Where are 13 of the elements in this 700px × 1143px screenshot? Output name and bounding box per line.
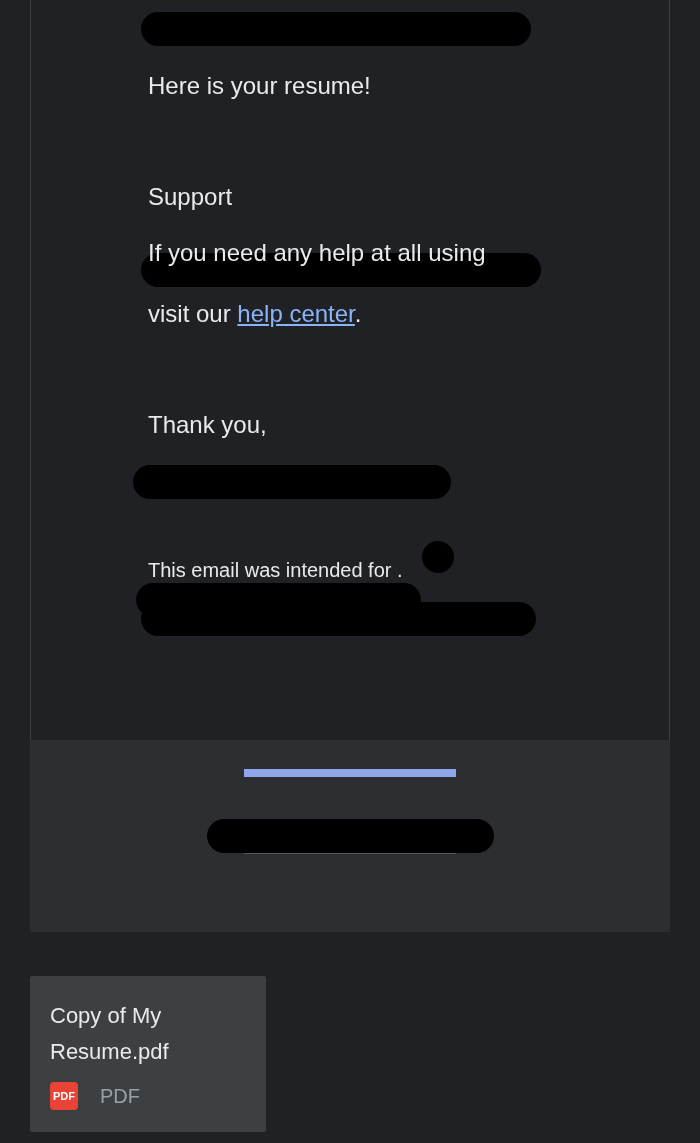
greeting-text: Here is your resume! <box>148 71 371 101</box>
file-type-label: PDF <box>100 1084 140 1108</box>
attachment-name: Copy of My <box>50 1002 163 1030</box>
help-sentence: visit our help center. <box>148 299 362 329</box>
attachment-card[interactable]: Copy of My Resume.pdf PDF PDF <box>30 976 266 1132</box>
redaction-mark <box>422 541 454 573</box>
attachment-name: Resume.pdf <box>50 1038 170 1066</box>
intended-for-text: This email was intended for . <box>148 558 403 583</box>
help-text: If you need any help at all using <box>148 238 486 268</box>
help-center-link[interactable]: help center <box>237 300 355 327</box>
sign-off-text: Thank you, <box>148 410 267 440</box>
pdf-icon: PDF <box>50 1082 78 1110</box>
support-heading: Support <box>148 182 233 212</box>
